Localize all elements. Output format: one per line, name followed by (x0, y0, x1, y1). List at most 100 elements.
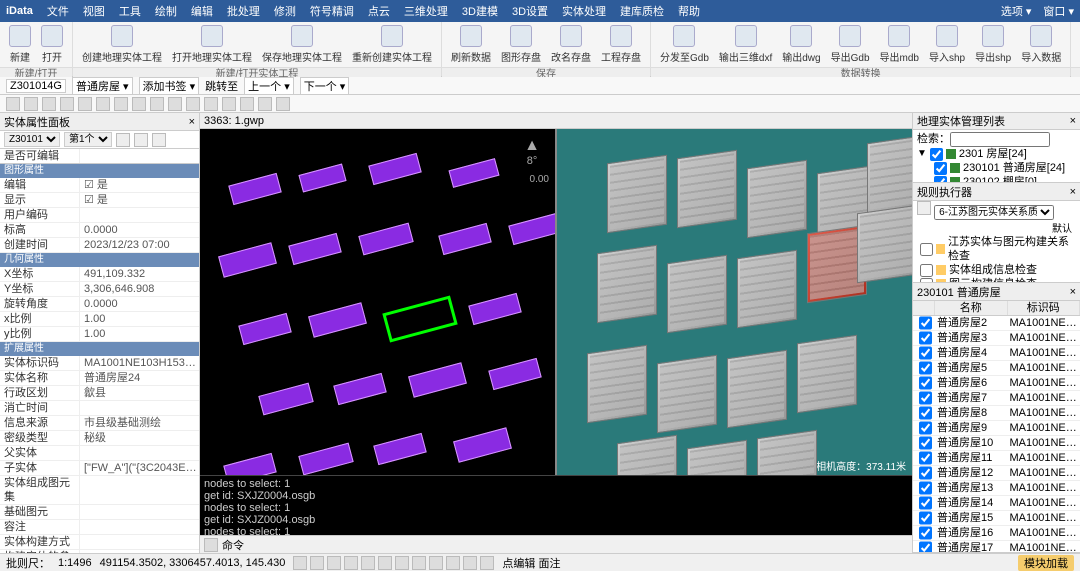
status-tool[interactable] (446, 556, 460, 570)
cmd-icon[interactable] (204, 538, 218, 552)
refresh-btn[interactable] (116, 133, 130, 147)
prop-row[interactable]: 编辑☑ 是 (0, 178, 199, 193)
list-row[interactable]: 普通房屋14MA1001NE103H1535... (913, 496, 1080, 511)
building-2d[interactable] (288, 233, 341, 265)
status-tool[interactable] (310, 556, 324, 570)
search-input[interactable] (950, 132, 1050, 147)
list-row[interactable]: 普通房屋9MA1001NE103H1535... (913, 421, 1080, 436)
building-2d[interactable] (358, 223, 413, 256)
tool-icon[interactable] (60, 97, 74, 111)
status-tool[interactable] (429, 556, 443, 570)
ribbon-页面设置[interactable]: 页面设置 (1075, 24, 1080, 65)
tree-item[interactable]: 230101 普通房屋[24] (913, 161, 1080, 175)
rule-item[interactable]: 江苏实体与图元构建关系检查 (913, 235, 1080, 263)
rules-select[interactable]: 6-江苏图元实体关系质检 ▾ (934, 205, 1054, 220)
prop-row[interactable]: 容注 (0, 520, 199, 535)
building-2d[interactable] (238, 313, 291, 345)
list-row[interactable]: 普通房屋5MA1001NE103H1535... (913, 361, 1080, 376)
list-row[interactable]: 普通房屋7MA1001NE103H1535... (913, 391, 1080, 406)
menu-帮助[interactable]: 帮助 (678, 3, 700, 19)
tool-icon[interactable] (222, 97, 236, 111)
tool-icon[interactable] (24, 97, 38, 111)
building-2d[interactable] (368, 153, 421, 185)
ribbon-刷新数据[interactable]: 刷新数据 (446, 24, 496, 65)
status-tool[interactable] (395, 556, 409, 570)
building-2d[interactable] (438, 223, 491, 255)
building-2d[interactable] (298, 163, 346, 192)
list-row[interactable]: 普通房屋12MA1001NE103H1535... (913, 466, 1080, 481)
tree-item[interactable]: 230102 棚房[0] (913, 175, 1080, 182)
back-btn[interactable] (134, 133, 148, 147)
prop-row[interactable]: 密级类型秘级 (0, 431, 199, 446)
menu-工具[interactable]: 工具 (119, 3, 141, 19)
menu-文件[interactable]: 文件 (47, 3, 69, 19)
ribbon-新建[interactable]: 新建 (4, 24, 36, 65)
tool-icon[interactable] (204, 97, 218, 111)
status-tool[interactable] (361, 556, 375, 570)
building-2d[interactable] (373, 433, 426, 465)
building-2d[interactable] (298, 443, 353, 475)
ribbon-导入数据[interactable]: 导入数据 (1016, 24, 1066, 65)
viewport-tab[interactable]: 3363: 1.gwp (204, 115, 264, 127)
tool-icon[interactable] (96, 97, 110, 111)
tool-icon[interactable] (186, 97, 200, 111)
status-tool[interactable] (463, 556, 477, 570)
menu-绘制[interactable]: 绘制 (155, 3, 177, 19)
prop-row[interactable]: 显示☑ 是 (0, 193, 199, 208)
ribbon-导出mdb[interactable]: 导出mdb (875, 24, 924, 65)
add-bookmark[interactable]: 添加书签 ▾ (139, 77, 200, 95)
rule-item[interactable]: 图元构建信息检查 (913, 277, 1080, 282)
ribbon-重新创建实体工程[interactable]: 重新创建实体工程 (347, 24, 437, 65)
ribbon-工程存盘[interactable]: 工程存盘 (596, 24, 646, 65)
building-2d[interactable] (453, 427, 512, 462)
building-3d[interactable] (747, 160, 807, 238)
building-3d[interactable] (677, 150, 737, 228)
prop-row[interactable]: 信息来源市县级基础测绘 (0, 416, 199, 431)
prop-row[interactable]: 实体名称普通房屋24 (0, 371, 199, 386)
status-tool[interactable] (412, 556, 426, 570)
prop-row[interactable]: 行政区划歙县 (0, 386, 199, 401)
prop-row[interactable]: Y坐标3,306,646.908 (0, 282, 199, 297)
list-row[interactable]: 普通房屋13MA1001NE103H1535... (913, 481, 1080, 496)
prop-row[interactable]: y比例1.00 (0, 327, 199, 342)
building-2d[interactable] (258, 383, 313, 416)
prop-row[interactable]: 消亡时间 (0, 401, 199, 416)
list-row[interactable]: 普通房屋4MA1001NE103H1535... (913, 346, 1080, 361)
building-2d[interactable] (408, 362, 467, 397)
building-2d[interactable] (382, 295, 457, 342)
status-tool[interactable] (293, 556, 307, 570)
fwd-btn[interactable] (152, 133, 166, 147)
prop-row[interactable]: x比例1.00 (0, 312, 199, 327)
prop-row[interactable]: 用户编码 (0, 208, 199, 223)
building-3d[interactable] (687, 440, 747, 475)
prop-row[interactable]: 标高0.0000 (0, 223, 199, 238)
status-tool[interactable] (344, 556, 358, 570)
ribbon-创建地理实体工程[interactable]: 创建地理实体工程 (77, 24, 167, 65)
menu-3D设置[interactable]: 3D设置 (512, 3, 548, 19)
index-select[interactable]: 第1个 (64, 132, 112, 147)
prop-row[interactable]: 实体构建方式 (0, 535, 199, 550)
prop-row[interactable]: 实体组成图元集 (0, 476, 199, 505)
ribbon-打开[interactable]: 打开 (36, 24, 68, 65)
layer-select[interactable]: Z30101 (4, 132, 60, 147)
ribbon-改名存盘[interactable]: 改名存盘 (546, 24, 596, 65)
menu-实体处理[interactable]: 实体处理 (562, 3, 606, 19)
tree-item[interactable]: ▼2301 房屋[24] (913, 147, 1080, 161)
module-badge[interactable]: 模块加载 (1018, 555, 1074, 571)
status-tool[interactable] (378, 556, 392, 570)
building-3d[interactable] (617, 435, 677, 475)
menu-编辑[interactable]: 编辑 (191, 3, 213, 19)
ribbon-导出Gdb[interactable]: 导出Gdb (826, 24, 875, 65)
ribbon-打开地理实体工程[interactable]: 打开地理实体工程 (167, 24, 257, 65)
list-row[interactable]: 普通房屋16MA1001NE103H1535... (913, 526, 1080, 541)
menu-符号精调[interactable]: 符号精调 (310, 3, 354, 19)
close-icon[interactable]: × (1070, 286, 1076, 298)
tool-icon[interactable] (6, 97, 20, 111)
list-row[interactable]: 普通房屋17MA1001NE103H1535... (913, 541, 1080, 552)
prop-row[interactable]: 父实体 (0, 446, 199, 461)
building-3d[interactable] (737, 250, 797, 328)
building-2d[interactable] (228, 173, 281, 205)
building-3d[interactable] (867, 135, 912, 213)
ribbon-图形存盘[interactable]: 图形存盘 (496, 24, 546, 65)
menu-批处理[interactable]: 批处理 (227, 3, 260, 19)
